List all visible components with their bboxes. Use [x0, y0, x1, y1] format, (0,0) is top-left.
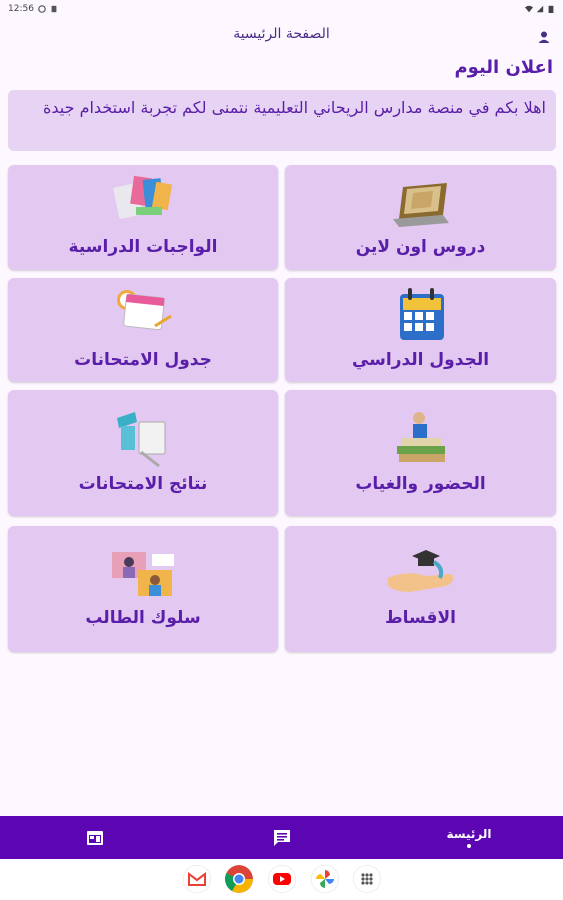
nav-chat[interactable]: [262, 816, 302, 859]
sd-card-status-icon: [51, 5, 57, 13]
tile-exam-schedule[interactable]: جدول الامتحانات: [8, 278, 278, 382]
announcement-title: اعلان اليوم: [454, 57, 553, 78]
tile-class-schedule-label: الجدول الدراسي: [351, 350, 490, 370]
announcement-box: اهلا بكم في منصة مدارس الريحاني التعليمي…: [8, 90, 556, 151]
tile-attendance-label: الحضور والغياب: [355, 474, 486, 494]
homework-books-icon: [113, 175, 173, 219]
tile-exam-results-label: نتائج الامتحانات: [78, 474, 208, 494]
tile-student-behavior[interactable]: سلوك الطالب: [8, 526, 278, 652]
system-dock: [0, 859, 563, 900]
app-header: الصفحة الرئيسية: [0, 24, 563, 50]
status-bar: 12:56: [0, 0, 563, 18]
student-video-icon: [112, 552, 174, 596]
photos-icon[interactable]: [311, 865, 339, 893]
exam-calendar-icon: [117, 290, 172, 331]
battery-icon: [548, 5, 554, 13]
nav-active-dot: [467, 844, 471, 848]
youtube-icon[interactable]: [268, 865, 296, 893]
bottom-nav: الرئيسة: [0, 816, 563, 859]
profile-icon[interactable]: [537, 30, 551, 44]
tile-installments-label: الاقساط: [385, 608, 456, 628]
announcement-text: اهلا بكم في منصة مدارس الريحاني التعليمي…: [42, 98, 546, 117]
tile-attendance[interactable]: الحضور والغياب: [285, 390, 556, 516]
signal-icon: [536, 5, 544, 13]
apps-grid-icon[interactable]: [353, 865, 381, 893]
calendar-icon: [399, 288, 444, 340]
calendar-icon: [87, 830, 103, 845]
laptop-book-icon: [392, 183, 449, 227]
wifi-icon: [525, 5, 533, 13]
page-title: الصفحة الرئيسية: [233, 26, 330, 42]
status-time: 12:56: [8, 4, 34, 14]
nav-home[interactable]: الرئيسة: [424, 816, 514, 859]
nav-home-label: الرئيسة: [446, 827, 492, 841]
tile-student-behavior-label: سلوك الطالب: [85, 608, 201, 628]
tile-online-lessons-label: دروس اون لاين: [355, 237, 486, 257]
tile-exam-schedule-label: جدول الامتحانات: [74, 350, 212, 370]
nav-schedule[interactable]: [75, 816, 115, 859]
tile-homework-label: الواجبات الدراسية: [68, 237, 218, 257]
exam-results-icon: [117, 412, 166, 468]
chat-icon: [274, 829, 290, 846]
tile-exam-results[interactable]: نتائج الامتحانات: [8, 390, 278, 516]
tile-installments[interactable]: الاقساط: [285, 526, 556, 652]
student-on-books-icon: [396, 412, 445, 462]
gmail-icon[interactable]: [183, 865, 211, 893]
tile-homework[interactable]: الواجبات الدراسية: [8, 165, 278, 270]
status-right: [525, 5, 555, 13]
status-left: 12:56: [8, 4, 58, 14]
graduation-fees-icon: [387, 550, 453, 592]
settings-status-icon: [38, 5, 46, 13]
chrome-icon[interactable]: [225, 865, 253, 893]
tile-class-schedule[interactable]: الجدول الدراسي: [285, 278, 556, 382]
tile-online-lessons[interactable]: دروس اون لاين: [285, 165, 556, 270]
